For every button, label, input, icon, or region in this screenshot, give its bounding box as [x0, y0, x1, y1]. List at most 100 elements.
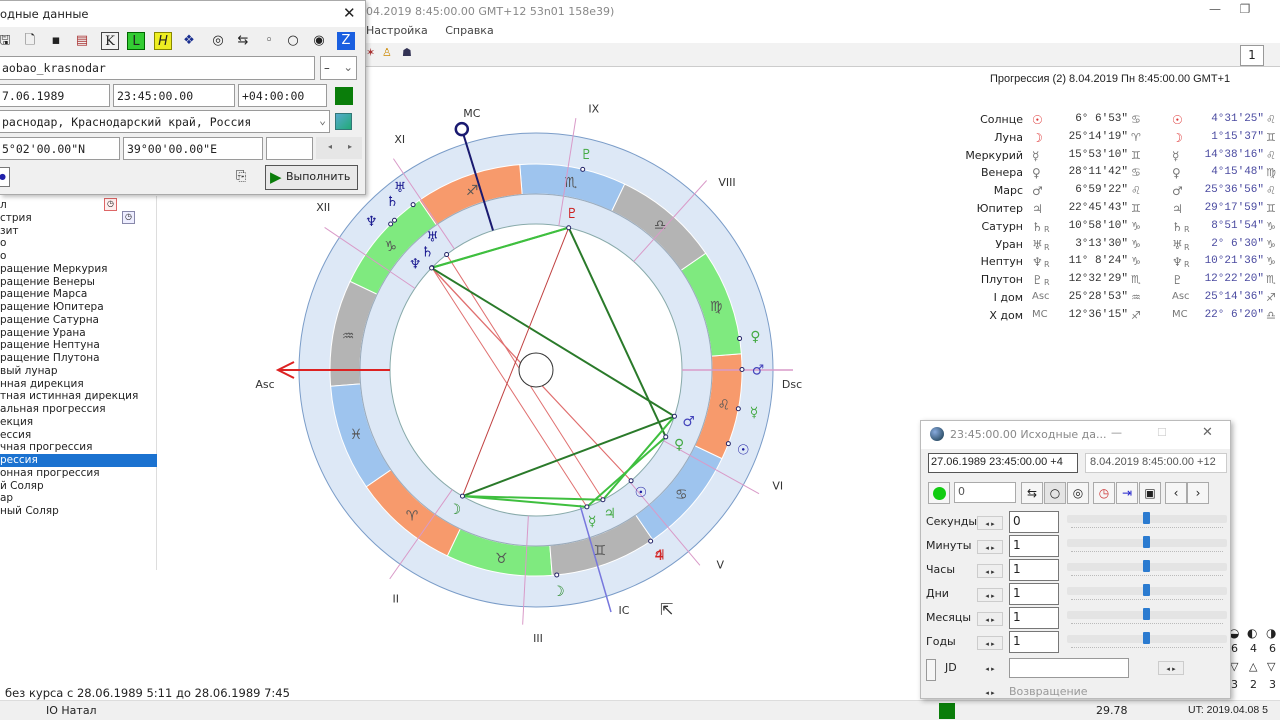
place-select[interactable]: раснодар, Краснодарский край, Россия ⌄ — [0, 110, 330, 133]
method-list-item[interactable]: ращение Меркурия — [0, 263, 157, 276]
table-icon[interactable]: ▤ — [73, 32, 91, 50]
method-list-item[interactable]: о — [0, 250, 157, 263]
method-list-item[interactable]: ный Соляр — [0, 505, 157, 518]
map-icon[interactable] — [335, 113, 352, 130]
prev-button[interactable]: ‹ — [1165, 482, 1187, 504]
export-button[interactable]: ⇥ — [1116, 482, 1138, 504]
method-list-item[interactable]: ращение Сатурна — [0, 314, 157, 327]
longitude-field[interactable]: 39°00'00.00"E — [123, 137, 263, 160]
methods-list[interactable]: л стрия зит о о ращение Меркурия ращение Венер… — [0, 196, 157, 570]
step-spin[interactable]: ◂ ▸ — [977, 540, 1003, 554]
save-button[interactable]: ▣ — [1139, 482, 1161, 504]
circle-icon[interactable]: ○ — [284, 32, 302, 50]
k-icon[interactable]: K — [101, 32, 119, 50]
step-slider[interactable] — [1067, 560, 1227, 572]
minimize-icon[interactable]: — — [1111, 426, 1122, 439]
dst-indicator[interactable] — [335, 87, 353, 105]
clock-icon[interactable]: ◷ — [104, 198, 117, 211]
method-list-item[interactable]: нная дирекция — [0, 378, 157, 391]
method-list-item[interactable]: о — [0, 237, 157, 250]
method-list-item[interactable]: й Соляр — [0, 480, 157, 493]
new-icon[interactable]: 🗋 — [21, 32, 39, 50]
target-datetime[interactable]: 8.04.2019 8:45:00.00 +12 — [1085, 453, 1227, 473]
swap-button[interactable]: ⇆ — [1021, 482, 1043, 504]
tab-natal[interactable]: IO Натал — [46, 704, 97, 717]
method-list-item[interactable]: ращение Марса — [0, 288, 157, 301]
method-list-item[interactable]: рессия — [0, 454, 157, 467]
slider-thumb[interactable] — [1143, 608, 1150, 620]
method-list-item[interactable]: ращение Юпитера — [0, 301, 157, 314]
date-field[interactable]: 7.06.1989 — [0, 84, 110, 107]
rings-icon[interactable]: ◎ — [209, 32, 227, 50]
close-icon[interactable]: ✕ — [1202, 425, 1213, 440]
step-value-field[interactable]: 1 — [1009, 535, 1059, 557]
slider-thumb[interactable] — [1143, 632, 1150, 644]
step-value-field[interactable]: 1 — [1009, 583, 1059, 605]
book-icon[interactable]: ❖ — [180, 32, 198, 50]
h-icon[interactable]: H — [154, 32, 172, 50]
circle-small-icon[interactable]: ◦ — [260, 32, 278, 50]
step-slider[interactable] — [1067, 512, 1227, 524]
return-spin[interactable]: ◂ ▸ — [977, 686, 1003, 700]
method-list-item[interactable]: вый лунар — [0, 365, 157, 378]
jd-toggle[interactable] — [926, 659, 936, 681]
save-icon[interactable]: ▪ — [47, 32, 65, 50]
slider-thumb[interactable] — [1143, 512, 1150, 524]
slider-thumb[interactable] — [1143, 584, 1150, 596]
clock-icon[interactable]: ◷ — [122, 211, 135, 224]
method-list-item[interactable]: альная прогрессия — [0, 403, 157, 416]
slider-thumb[interactable] — [1143, 560, 1150, 572]
step-value-field[interactable]: 1 — [1009, 559, 1059, 581]
option-button[interactable]: ● — [0, 167, 10, 187]
method-list-item[interactable]: зит — [0, 225, 157, 238]
time-field[interactable]: 23:45:00.00 — [113, 84, 235, 107]
counter-field[interactable]: 0 — [954, 482, 1016, 503]
swap-icon[interactable]: ⇆ — [234, 32, 252, 50]
name-field[interactable]: aobao_krasnodar — [0, 56, 315, 80]
circle-filled-icon[interactable]: ◉ — [310, 32, 328, 50]
latitude-field[interactable]: 5°02'00.00"N — [0, 137, 120, 160]
jd-spin[interactable]: ◂ ▸ — [977, 662, 1003, 676]
extra-field[interactable] — [266, 137, 313, 160]
close-icon[interactable]: ✕ — [343, 4, 356, 22]
step-value-field[interactable]: 1 — [1009, 631, 1059, 653]
method-list-item[interactable]: онная прогрессия — [0, 467, 157, 480]
step-slider[interactable] — [1067, 632, 1227, 644]
step-spin[interactable]: ◂ ▸ — [977, 636, 1003, 650]
method-list-item[interactable]: ессия — [0, 429, 157, 442]
clock-button[interactable]: ◷ — [1093, 482, 1115, 504]
method-list-item[interactable]: ращение Плутона — [0, 352, 157, 365]
jd-step-spin[interactable]: ◂ ▸ — [1158, 661, 1184, 675]
circle-button[interactable]: ◎ — [1067, 482, 1089, 504]
run-button[interactable]: ▶ Выполнить — [265, 165, 358, 190]
timezone-field[interactable]: +04:00:00 — [238, 84, 327, 107]
step-spin[interactable]: ◂ ▸ — [977, 612, 1003, 626]
step-value-field[interactable]: 0 — [1009, 511, 1059, 533]
copy-icon[interactable]: ⎘ — [236, 169, 246, 184]
step-slider[interactable] — [1067, 584, 1227, 596]
method-list-item[interactable]: ращение Урана — [0, 327, 157, 340]
slider-thumb[interactable] — [1143, 536, 1150, 548]
method-list-item[interactable]: ращение Венеры — [0, 276, 157, 289]
natal-datetime[interactable]: 27.06.1989 23:45:00.00 +4 — [928, 453, 1078, 473]
l-icon[interactable]: L — [127, 32, 145, 50]
small-circle-button[interactable]: ○ — [1044, 482, 1066, 504]
method-list-item[interactable]: тная истинная дирекция — [0, 390, 157, 403]
method-list-item[interactable]: ращение Нептуна — [0, 339, 157, 352]
open-icon[interactable]: 🖫 — [0, 32, 14, 50]
spin-buttons[interactable]: ◂ ▸ — [316, 137, 362, 159]
method-list-item[interactable]: чная прогрессия — [0, 441, 157, 454]
name-option-select[interactable]: – ⌄ — [320, 56, 357, 80]
method-list-item[interactable]: екция — [0, 416, 157, 429]
step-spin[interactable]: ◂ ▸ — [977, 588, 1003, 602]
jd-field[interactable] — [1009, 658, 1129, 678]
step-spin[interactable]: ◂ ▸ — [977, 516, 1003, 530]
step-value-field[interactable]: 1 — [1009, 607, 1059, 629]
method-list-item[interactable]: ар — [0, 492, 157, 505]
next-button[interactable]: › — [1187, 482, 1209, 504]
z-icon[interactable]: Z — [337, 32, 355, 50]
step-spin[interactable]: ◂ ▸ — [977, 564, 1003, 578]
step-slider[interactable] — [1067, 536, 1227, 548]
start-button[interactable] — [928, 482, 950, 504]
step-slider[interactable] — [1067, 608, 1227, 620]
